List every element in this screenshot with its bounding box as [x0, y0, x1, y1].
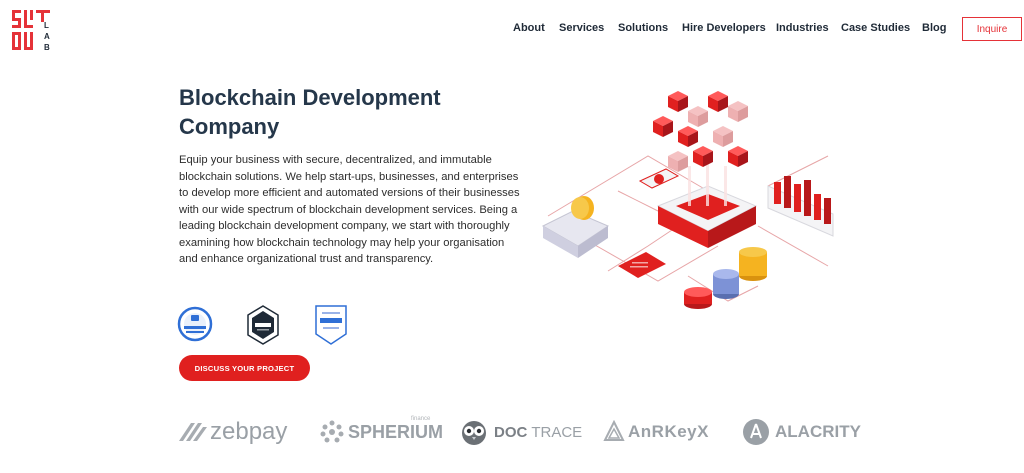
logo-lab-b: B	[44, 43, 50, 52]
partner-doctrace: DOC TRACE	[460, 412, 582, 452]
alacrity-circle-icon	[743, 419, 769, 445]
partner-anrkeyx: AnRKeyX	[603, 412, 709, 452]
partner-name: zebpay	[210, 418, 288, 445]
doctrace-owl-icon	[462, 421, 486, 445]
logo-lab-a: A	[44, 32, 50, 41]
partner-logos: zebpay SPHERIUM finance DOC TRACE AnRKey…	[0, 412, 1024, 452]
partner-alacrity: ALACRITY	[742, 412, 861, 452]
zebpay-stripes-icon	[179, 423, 207, 441]
anrkeyx-triangle-icon	[603, 420, 625, 441]
inquire-button[interactable]: Inquire	[962, 17, 1022, 41]
logo-lab-l: L	[44, 21, 49, 30]
brand-logo[interactable]: L A B	[10, 8, 56, 54]
hero-description: Equip your business with secure, decentr…	[179, 154, 520, 265]
blockchain-illustration	[541, 91, 834, 309]
partner-spherium: SPHERIUM finance	[319, 412, 443, 452]
nav-solutions[interactable]: Solutions	[618, 22, 668, 34]
goodfirms-badge-icon[interactable]	[177, 304, 213, 346]
nav-hire-developers[interactable]: Hire Developers	[682, 22, 766, 34]
nav-blog[interactable]: Blog	[922, 22, 946, 34]
site-header: L A B About Services Solutions Hire Deve…	[0, 0, 1024, 58]
partner-name: AnRKeyX	[628, 422, 709, 441]
partner-name-light: TRACE	[531, 423, 583, 441]
nav-case-studies[interactable]: Case Studies	[841, 22, 910, 34]
nav-about[interactable]: About	[513, 22, 545, 34]
clutch-badge-icon[interactable]	[245, 304, 281, 346]
nav-industries[interactable]: Industries	[776, 22, 829, 34]
discuss-project-button[interactable]: DISCUSS YOUR PROJECT	[179, 355, 310, 381]
spherium-sphere-icon	[320, 420, 344, 443]
partner-name: ALACRITY	[775, 422, 861, 441]
partner-name: SPHERIUM	[348, 421, 444, 442]
more-with-badge-icon[interactable]	[313, 304, 349, 346]
partner-zebpay: zebpay	[177, 412, 287, 452]
nav-services[interactable]: Services	[559, 22, 604, 34]
partner-name-bold: DOC	[494, 423, 528, 441]
page-title: Blockchain Development Company	[179, 85, 441, 139]
partner-superscript: finance	[411, 416, 431, 422]
